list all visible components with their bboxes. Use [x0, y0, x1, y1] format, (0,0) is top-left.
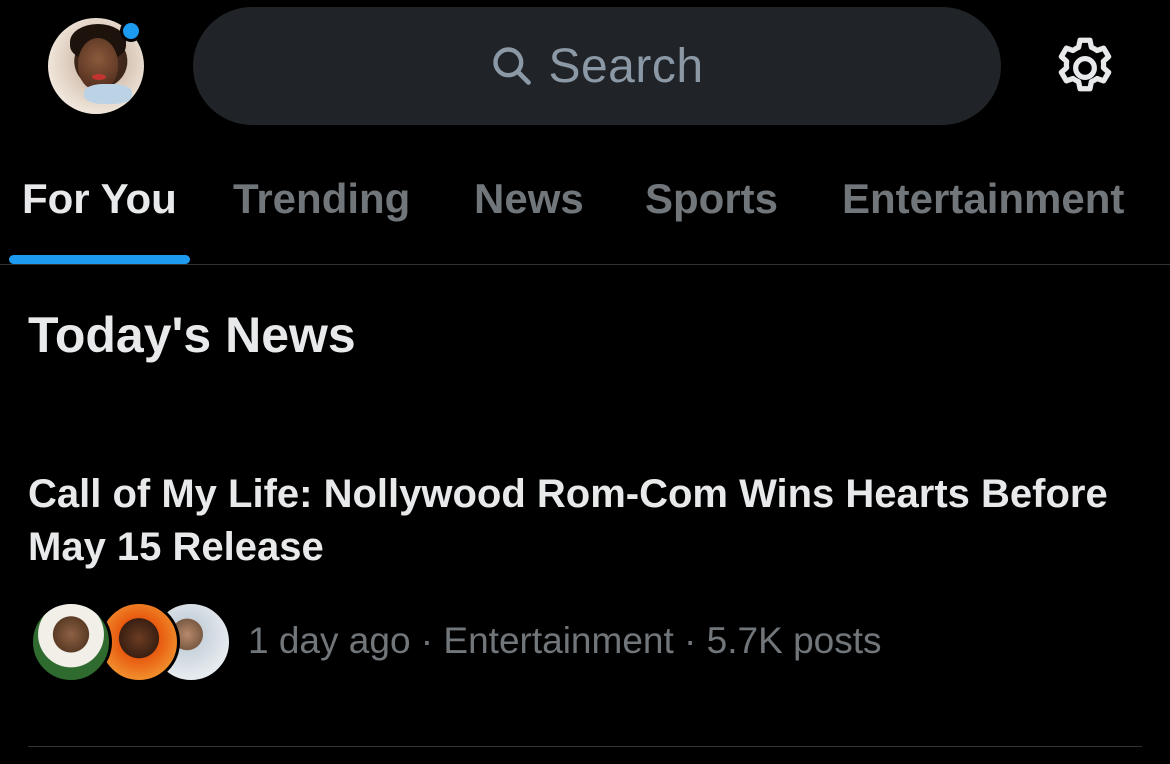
- section-title: Today's News: [28, 307, 356, 363]
- tab-sports[interactable]: Sports: [645, 175, 778, 223]
- tab-trending[interactable]: Trending: [233, 175, 410, 223]
- notification-dot: [120, 20, 142, 42]
- facepile-avatar: [30, 601, 112, 683]
- avatar-facepile: [30, 600, 232, 684]
- story-post-count: 5.7K posts: [706, 620, 882, 661]
- avatar-scarf: [84, 84, 132, 104]
- story-headline[interactable]: Call of My Life: Nollywood Rom-Com Wins …: [28, 468, 1128, 574]
- tab-bar: For You Trending News Sports Entertainme…: [0, 135, 1170, 265]
- avatar-lips: [92, 74, 106, 80]
- story-meta: 1 day ago · Entertainment · 5.7K posts: [248, 620, 882, 662]
- tab-entertainment[interactable]: Entertainment: [842, 175, 1124, 223]
- active-tab-indicator: [9, 255, 190, 264]
- gear-icon[interactable]: [1050, 33, 1120, 103]
- search-bar[interactable]: Search: [193, 7, 1001, 125]
- divider: [28, 746, 1142, 747]
- top-bar: Search: [0, 0, 1170, 135]
- tab-news[interactable]: News: [474, 175, 584, 223]
- avatar-face: [78, 38, 118, 90]
- story-meta-row[interactable]: 1 day ago · Entertainment · 5.7K posts: [30, 600, 1140, 684]
- meta-separator: ·: [410, 620, 444, 661]
- search-placeholder: Search: [548, 39, 704, 93]
- meta-separator: ·: [673, 620, 707, 661]
- story-category: Entertainment: [443, 620, 674, 661]
- tab-for-you[interactable]: For You: [22, 175, 177, 223]
- story-time: 1 day ago: [248, 620, 411, 661]
- search-icon: [493, 47, 532, 85]
